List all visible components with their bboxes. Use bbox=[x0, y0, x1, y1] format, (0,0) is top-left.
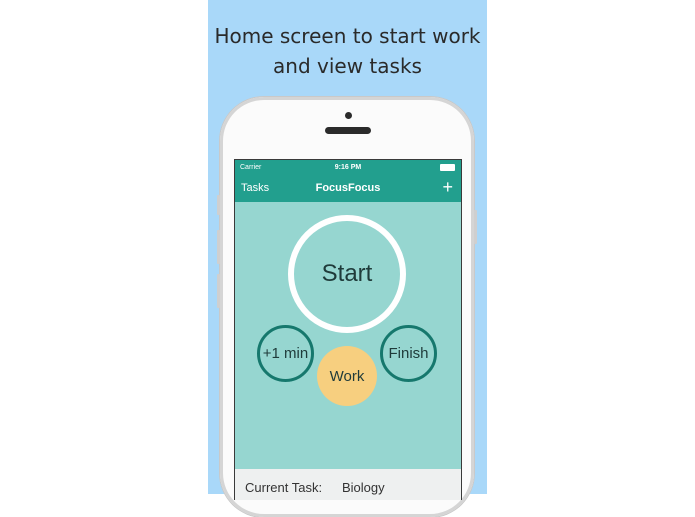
caption-line-2: and view tasks bbox=[273, 54, 422, 78]
status-bar: Carrier 9:16 PM bbox=[235, 160, 461, 176]
start-label: Start bbox=[321, 260, 373, 287]
add-one-minute-button[interactable]: +1 min bbox=[257, 325, 314, 382]
work-label: Work bbox=[329, 367, 365, 385]
speaker-grille bbox=[325, 127, 371, 134]
plus-icon: + bbox=[442, 177, 453, 197]
work-button[interactable]: Work bbox=[317, 346, 377, 406]
battery-icon bbox=[440, 164, 455, 171]
start-button[interactable]: Start bbox=[288, 215, 406, 333]
add-one-minute-label: +1 min bbox=[262, 345, 309, 362]
camera-icon bbox=[345, 112, 352, 119]
clock-label: 9:16 PM bbox=[334, 164, 362, 171]
volume-up-button bbox=[217, 230, 220, 264]
volume-down-button bbox=[217, 274, 220, 308]
caption-line-1: Home screen to start work bbox=[214, 24, 481, 48]
power-button bbox=[474, 210, 477, 244]
finish-button[interactable]: Finish bbox=[380, 325, 437, 382]
current-task-value: Biology bbox=[342, 480, 385, 495]
current-task-label: Current Task: bbox=[245, 480, 323, 495]
current-task-bar[interactable]: Current Task: Biology bbox=[235, 469, 461, 500]
finish-label: Finish bbox=[388, 345, 429, 362]
mute-switch bbox=[217, 195, 220, 215]
add-task-button[interactable]: + bbox=[442, 177, 453, 197]
app-screen: Carrier 9:16 PM Tasks FocusFocus + Start… bbox=[234, 159, 462, 500]
navigation-bar: Tasks FocusFocus + bbox=[235, 176, 461, 202]
app-title: FocusFocus bbox=[315, 182, 381, 194]
